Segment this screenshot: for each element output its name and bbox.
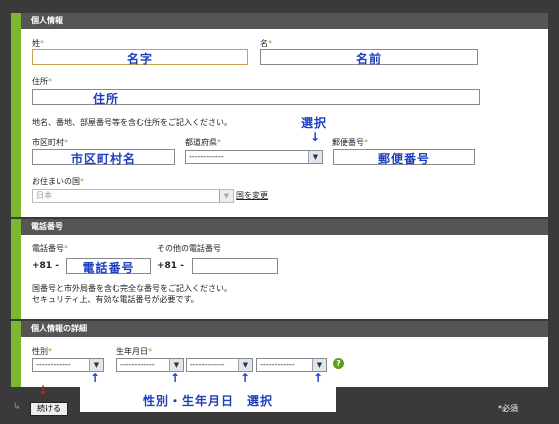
annotation-first-name: 名前 [355,52,382,66]
other-phone-input[interactable] [192,258,278,274]
annotation-postal: 郵便番号 [377,152,430,166]
annotation-up-arrow-month: ↑ [240,371,251,385]
country-label: お住まいの国* [32,177,84,186]
chevron-down-icon: ▼ [89,359,103,371]
phone-panel [11,235,548,319]
annotation-up-arrow-gender: ↑ [90,371,101,385]
country-code: +81 - [32,261,59,271]
address-hint: 地名、番地、部屋番号等を含む住所をご記入ください。 [32,118,232,127]
address-label: 住所* [32,77,52,86]
phone-hint-2: セキュリティ上、有効な電話番号が必要です。 [32,295,199,304]
annotation-red-arrow: ↓ [38,383,49,397]
annotation-up-arrow-year: ↑ [170,371,181,385]
chevron-down-icon: ▼ [308,151,322,163]
city-label: 市区町村* [32,138,68,147]
country-select[interactable]: 日本 ▼ [32,189,234,203]
accent-stripe [11,337,21,387]
annotation-last-name: 名字 [126,52,153,66]
annotation-address: 住所 [92,92,119,106]
required-note: *必須 [498,404,518,413]
phone-hint-1: 国番号と市外局番を含む完全な番号をご記入ください。 [32,284,232,293]
continue-button[interactable]: 続ける [30,402,68,416]
last-name-label: 姓* [32,39,44,48]
postal-label: 郵便番号* [332,138,368,147]
annotation-select-arrow: ↓ [310,130,321,144]
phone-label: 電話番号* [32,244,68,253]
section-header-phone: 電話番号 [11,219,548,235]
birth-year-select[interactable]: ------------ ▼ [116,358,184,372]
chevron-down-icon: ▼ [312,359,326,371]
annotation-gender-birth: 性別・生年月日 選択 [142,394,273,408]
prefecture-label: 都道府県* [185,138,221,147]
other-phone-label: その他の電話番号 [157,244,221,253]
accent-stripe [11,235,21,319]
annotation-phone: 電話番号 [82,261,135,275]
chevron-down-icon: ▼ [219,190,233,202]
country-code-2: +81 - [157,261,184,271]
chevron-down-icon: ▼ [238,359,252,371]
section-header-details: 個人情報の詳細 [11,321,548,337]
first-name-label: 名* [260,39,272,48]
chevron-down-icon: ▼ [169,359,183,371]
change-country-link[interactable]: 国を変更 [236,190,268,201]
help-icon[interactable]: ? [333,358,344,369]
annotation-city: 市区町村名 [70,152,136,166]
section-header-personal: 個人情報 [11,13,548,29]
birth-month-select[interactable]: ------------ ▼ [186,358,253,372]
annotation-select: 選択 [301,116,328,130]
accent-stripe [11,29,21,217]
section-title-personal: 個人情報 [31,16,63,25]
section-title-details: 個人情報の詳細 [31,324,87,333]
gender-select[interactable]: ------------ ▼ [32,358,104,372]
birthdate-label: 生年月日* [116,347,152,356]
gender-label: 性別* [32,347,52,356]
section-title-phone: 電話番号 [31,222,63,231]
birth-day-select[interactable]: ------------ ▼ [256,358,327,372]
step-arrow-icon: ↳ [13,402,21,412]
prefecture-select[interactable]: ------------ ▼ [185,150,323,164]
annotation-up-arrow-day: ↑ [313,371,324,385]
